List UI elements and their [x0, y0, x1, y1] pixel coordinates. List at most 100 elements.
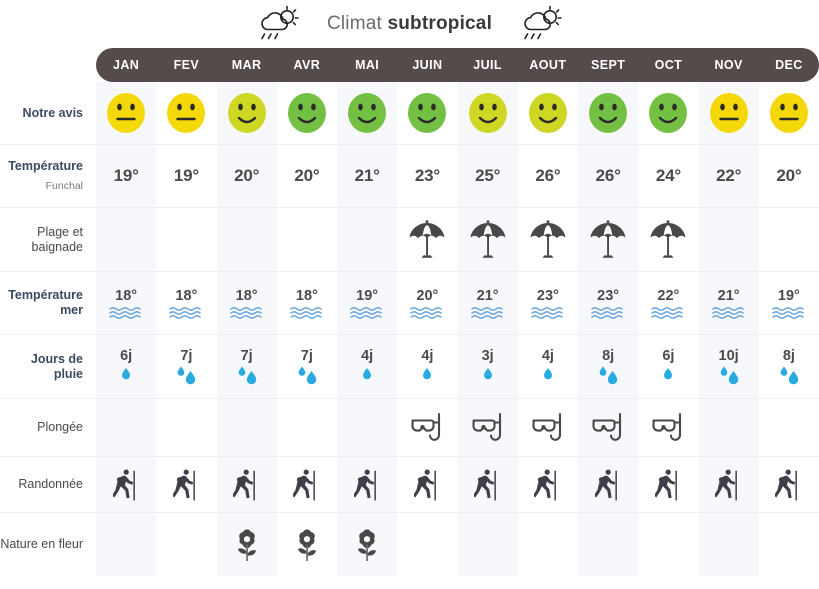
cell-plage_baignade-mai	[337, 207, 398, 272]
water-waves-icon	[350, 306, 382, 319]
cell-content	[699, 513, 759, 576]
diving-mask-icon	[472, 412, 501, 441]
cell-content	[759, 399, 819, 456]
water-waves-icon	[531, 306, 563, 319]
cell-content: 8j	[578, 335, 638, 398]
cell-content: 8j	[759, 335, 819, 398]
rain-drop-icon	[298, 366, 317, 385]
cell-content	[96, 513, 156, 576]
cell-content: 25°	[458, 145, 518, 207]
cell-nature_en_fleur-jan	[96, 512, 157, 576]
row-label-text: Plage et baignade	[31, 224, 83, 254]
cell-notre_avis-mai	[337, 82, 398, 145]
cell-plage_baignade-sept	[578, 207, 639, 272]
rain-drop-icon	[238, 366, 256, 385]
month-header-nov[interactable]: NOV	[698, 48, 759, 82]
rating-smiley-icon	[468, 93, 507, 133]
beach-umbrella-icon	[650, 219, 686, 258]
air-temperature-value: 20°	[294, 166, 320, 185]
month-header-mai[interactable]: MAI	[337, 48, 398, 82]
cell-content	[156, 399, 216, 456]
cell-nature_en_fleur-nov	[698, 512, 759, 576]
rating-smiley-icon	[227, 93, 266, 133]
cell-content	[277, 208, 337, 271]
rating-smiley-icon	[649, 93, 688, 133]
cell-plongee-avr	[276, 398, 337, 457]
month-header-avr[interactable]: AVR	[276, 48, 337, 82]
cell-content	[578, 82, 638, 144]
month-header-sept[interactable]: SEPT	[578, 48, 639, 82]
cell-content	[156, 513, 216, 576]
row-label-text: Température mer	[8, 288, 83, 317]
water-waves-icon	[290, 306, 322, 319]
sea-temperature-value: 21°	[717, 287, 740, 304]
cell-content	[156, 457, 216, 512]
cell-jours_de_pluie-fev: 7j	[156, 334, 217, 399]
hiker-icon	[534, 467, 557, 501]
cell-plage_baignade-aout	[517, 207, 578, 272]
cell-jours_de_pluie-mar: 7j	[216, 334, 277, 399]
cell-content	[96, 82, 156, 144]
cell-content: 4j	[337, 335, 397, 398]
cell-randonnee-avr	[276, 456, 337, 513]
month-header-jan[interactable]: JAN	[96, 48, 157, 82]
cell-content	[337, 513, 397, 576]
sea-temperature-value: 20°	[416, 287, 439, 304]
cell-plongee-mai	[337, 398, 398, 457]
cell-plongee-nov	[698, 398, 759, 457]
cell-nature_en_fleur-dec	[758, 512, 819, 576]
hiker-icon	[775, 467, 798, 501]
water-waves-icon	[591, 306, 623, 319]
cell-content	[397, 513, 457, 576]
cell-content	[458, 82, 518, 144]
flower-icon	[237, 529, 256, 561]
rain-drop-icon	[720, 366, 738, 385]
month-header-fev[interactable]: FEV	[156, 48, 217, 82]
cell-content	[156, 208, 216, 271]
beach-umbrella-icon	[530, 219, 566, 258]
rating-smiley-icon	[589, 93, 628, 133]
cell-content: 26°	[578, 145, 638, 207]
sea-temperature-value: 18°	[115, 287, 138, 304]
rating-smiley-icon	[287, 93, 326, 133]
water-waves-icon	[410, 306, 443, 319]
cell-nature_en_fleur-sept	[578, 512, 639, 576]
cell-content	[638, 208, 698, 271]
water-waves-icon	[169, 306, 202, 319]
hiker-icon	[594, 467, 617, 501]
cell-jours_de_pluie-mai: 4j	[337, 334, 398, 399]
cell-notre_avis-aout	[517, 82, 578, 145]
cell-content	[759, 513, 819, 576]
cell-temperature-oct: 24°	[638, 144, 699, 208]
beach-umbrella-icon	[590, 219, 626, 258]
sea-temperature-value: 18°	[295, 287, 318, 304]
cell-content	[277, 399, 337, 456]
cell-content: 21°	[458, 272, 518, 334]
cell-nature_en_fleur-fev	[156, 512, 217, 576]
cell-jours_de_pluie-oct: 6j	[638, 334, 699, 399]
cell-content	[578, 457, 638, 512]
cell-content	[217, 399, 277, 456]
cell-temperature-aout: 26°	[517, 144, 578, 208]
cell-notre_avis-oct	[638, 82, 699, 145]
row-label-temperature_mer: Température mer	[0, 271, 96, 335]
cell-plage_baignade-juil	[457, 207, 518, 272]
sea-temperature-value: 21°	[476, 287, 499, 304]
rain-days-value: 6j	[662, 348, 675, 364]
cell-randonnee-sept	[578, 456, 639, 513]
month-header-dec[interactable]: DEC	[758, 48, 819, 82]
cell-content	[699, 208, 759, 271]
rating-smiley-icon	[709, 93, 748, 133]
month-header-aout[interactable]: AOUT	[517, 48, 578, 82]
water-waves-icon	[651, 306, 684, 319]
hiker-icon	[413, 467, 436, 501]
month-header-oct[interactable]: OCT	[638, 48, 699, 82]
month-header-juin[interactable]: JUIN	[397, 48, 458, 82]
cell-content	[217, 457, 277, 512]
cell-temperature_mer-dec: 19°	[758, 271, 819, 335]
month-header-mar[interactable]: MAR	[216, 48, 277, 82]
month-header-juil[interactable]: JUIL	[457, 48, 518, 82]
table-corner	[0, 48, 96, 82]
cell-plage_baignade-avr	[276, 207, 337, 272]
cell-content: 19°	[337, 272, 397, 334]
